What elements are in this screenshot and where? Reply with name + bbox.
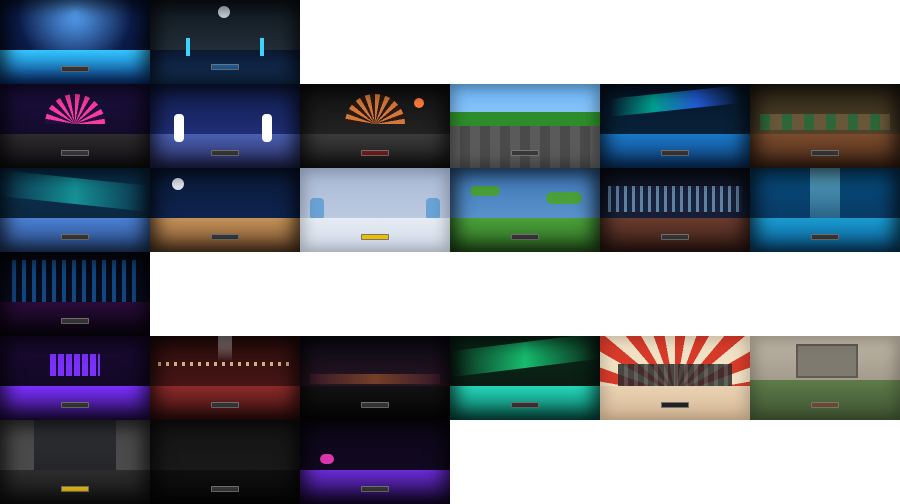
vignette — [750, 84, 900, 168]
vignette — [600, 84, 750, 168]
vignette — [0, 336, 150, 420]
stage-thumbnail-grid — [0, 0, 900, 504]
stage-thumb-floating-islands[interactable] — [450, 168, 600, 252]
vignette — [450, 336, 600, 420]
stage-thumb-dark-lake-sunset[interactable] — [300, 336, 450, 420]
vignette — [600, 168, 750, 252]
vignette — [150, 0, 300, 84]
vignette — [450, 84, 600, 168]
vignette — [150, 336, 300, 420]
stage-thumb-red-theatre[interactable] — [150, 336, 300, 420]
vignette — [300, 84, 450, 168]
stage-thumb-aurora-ice-rink[interactable] — [450, 336, 600, 420]
stage-thumb-moonlit-beach[interactable] — [150, 168, 300, 252]
vignette — [0, 168, 150, 252]
vignette — [0, 84, 150, 168]
stage-thumb-blue-spotlight-disco[interactable] — [0, 0, 150, 84]
stage-thumb-halloween-night[interactable] — [300, 84, 450, 168]
vignette — [0, 420, 150, 504]
stage-thumb-city-night-boardwalk[interactable] — [600, 168, 750, 252]
vignette — [0, 252, 150, 336]
stage-thumb-city-street[interactable] — [0, 420, 150, 504]
stage-thumb-stone-ruins-field[interactable] — [750, 336, 900, 420]
vignette — [300, 336, 450, 420]
vignette — [300, 420, 450, 504]
stage-thumb-neon-alley[interactable] — [0, 252, 150, 336]
vignette — [600, 336, 750, 420]
vignette — [150, 420, 300, 504]
vignette — [450, 168, 600, 252]
vignette — [150, 84, 300, 168]
vignette — [150, 168, 300, 252]
vignette — [0, 0, 150, 84]
stage-thumb-night-city-palms[interactable] — [150, 0, 300, 84]
stage-thumb-aurora-pool-night[interactable] — [600, 84, 750, 168]
stage-thumb-white-studio[interactable] — [300, 168, 450, 252]
stage-thumb-underwater-light[interactable] — [750, 168, 900, 252]
stage-thumb-aurora-ice-lake[interactable] — [0, 168, 150, 252]
stage-thumb-snowy-christmas-night[interactable] — [150, 84, 300, 168]
vignette — [750, 336, 900, 420]
stage-thumb-pixel-park[interactable] — [450, 84, 600, 168]
stage-thumb-neon-fan-stage[interactable] — [0, 84, 150, 168]
stage-thumb-retro-city-sunburst[interactable] — [600, 336, 750, 420]
vignette — [750, 168, 900, 252]
stage-thumb-purple-disco-stage[interactable] — [0, 336, 150, 420]
stage-thumb-dark-studio[interactable] — [150, 420, 300, 504]
vignette — [300, 168, 450, 252]
stage-thumb-golden-hall[interactable] — [750, 84, 900, 168]
stage-thumb-purple-neon-stage[interactable] — [300, 420, 450, 504]
